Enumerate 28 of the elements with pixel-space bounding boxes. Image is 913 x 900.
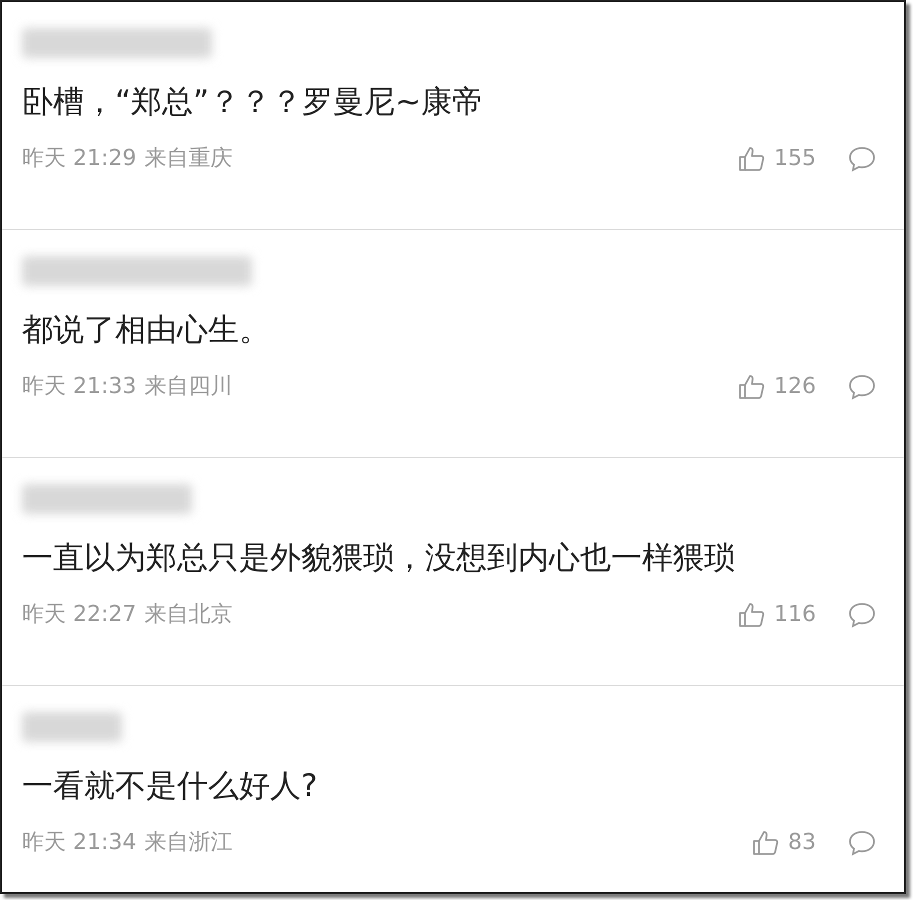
speech-bubble-icon <box>848 602 876 628</box>
comment-location: 来自北京 <box>144 601 232 629</box>
comment-location: 来自浙江 <box>144 829 232 857</box>
like-button[interactable]: 155 <box>738 142 816 175</box>
reply-button[interactable] <box>848 374 876 400</box>
comment-time: 昨天 21:29 <box>22 145 136 173</box>
thumbs-up-icon <box>738 374 766 400</box>
comment-text: 都说了相由心生。 <box>22 311 271 350</box>
comment-time: 昨天 21:34 <box>22 829 136 857</box>
comment-time: 昨天 22:27 <box>22 601 136 629</box>
reply-button[interactable] <box>848 830 876 856</box>
speech-bubble-icon <box>848 146 876 172</box>
comment-text: 一直以为郑总只是外貌猥琐，没想到内心也一样猥琐 <box>22 539 736 578</box>
comment-location: 来自重庆 <box>144 145 232 173</box>
comment-text: 一看就不是什么好人? <box>22 767 318 806</box>
like-button[interactable]: 126 <box>738 370 816 403</box>
thumbs-up-icon <box>738 602 766 628</box>
thumbs-up-icon <box>752 830 780 856</box>
comment-time: 昨天 21:33 <box>22 373 136 401</box>
reply-button[interactable] <box>848 146 876 172</box>
speech-bubble-icon <box>848 830 876 856</box>
like-button[interactable]: 83 <box>752 826 816 859</box>
comment-text: 卧槽，“郑总”？？？罗曼尼~康帝 <box>22 83 484 122</box>
comment-location: 来自四川 <box>144 373 232 401</box>
speech-bubble-icon <box>848 374 876 400</box>
reply-button[interactable] <box>848 602 876 628</box>
like-button[interactable]: 116 <box>738 598 816 631</box>
thumbs-up-icon <box>738 146 766 172</box>
